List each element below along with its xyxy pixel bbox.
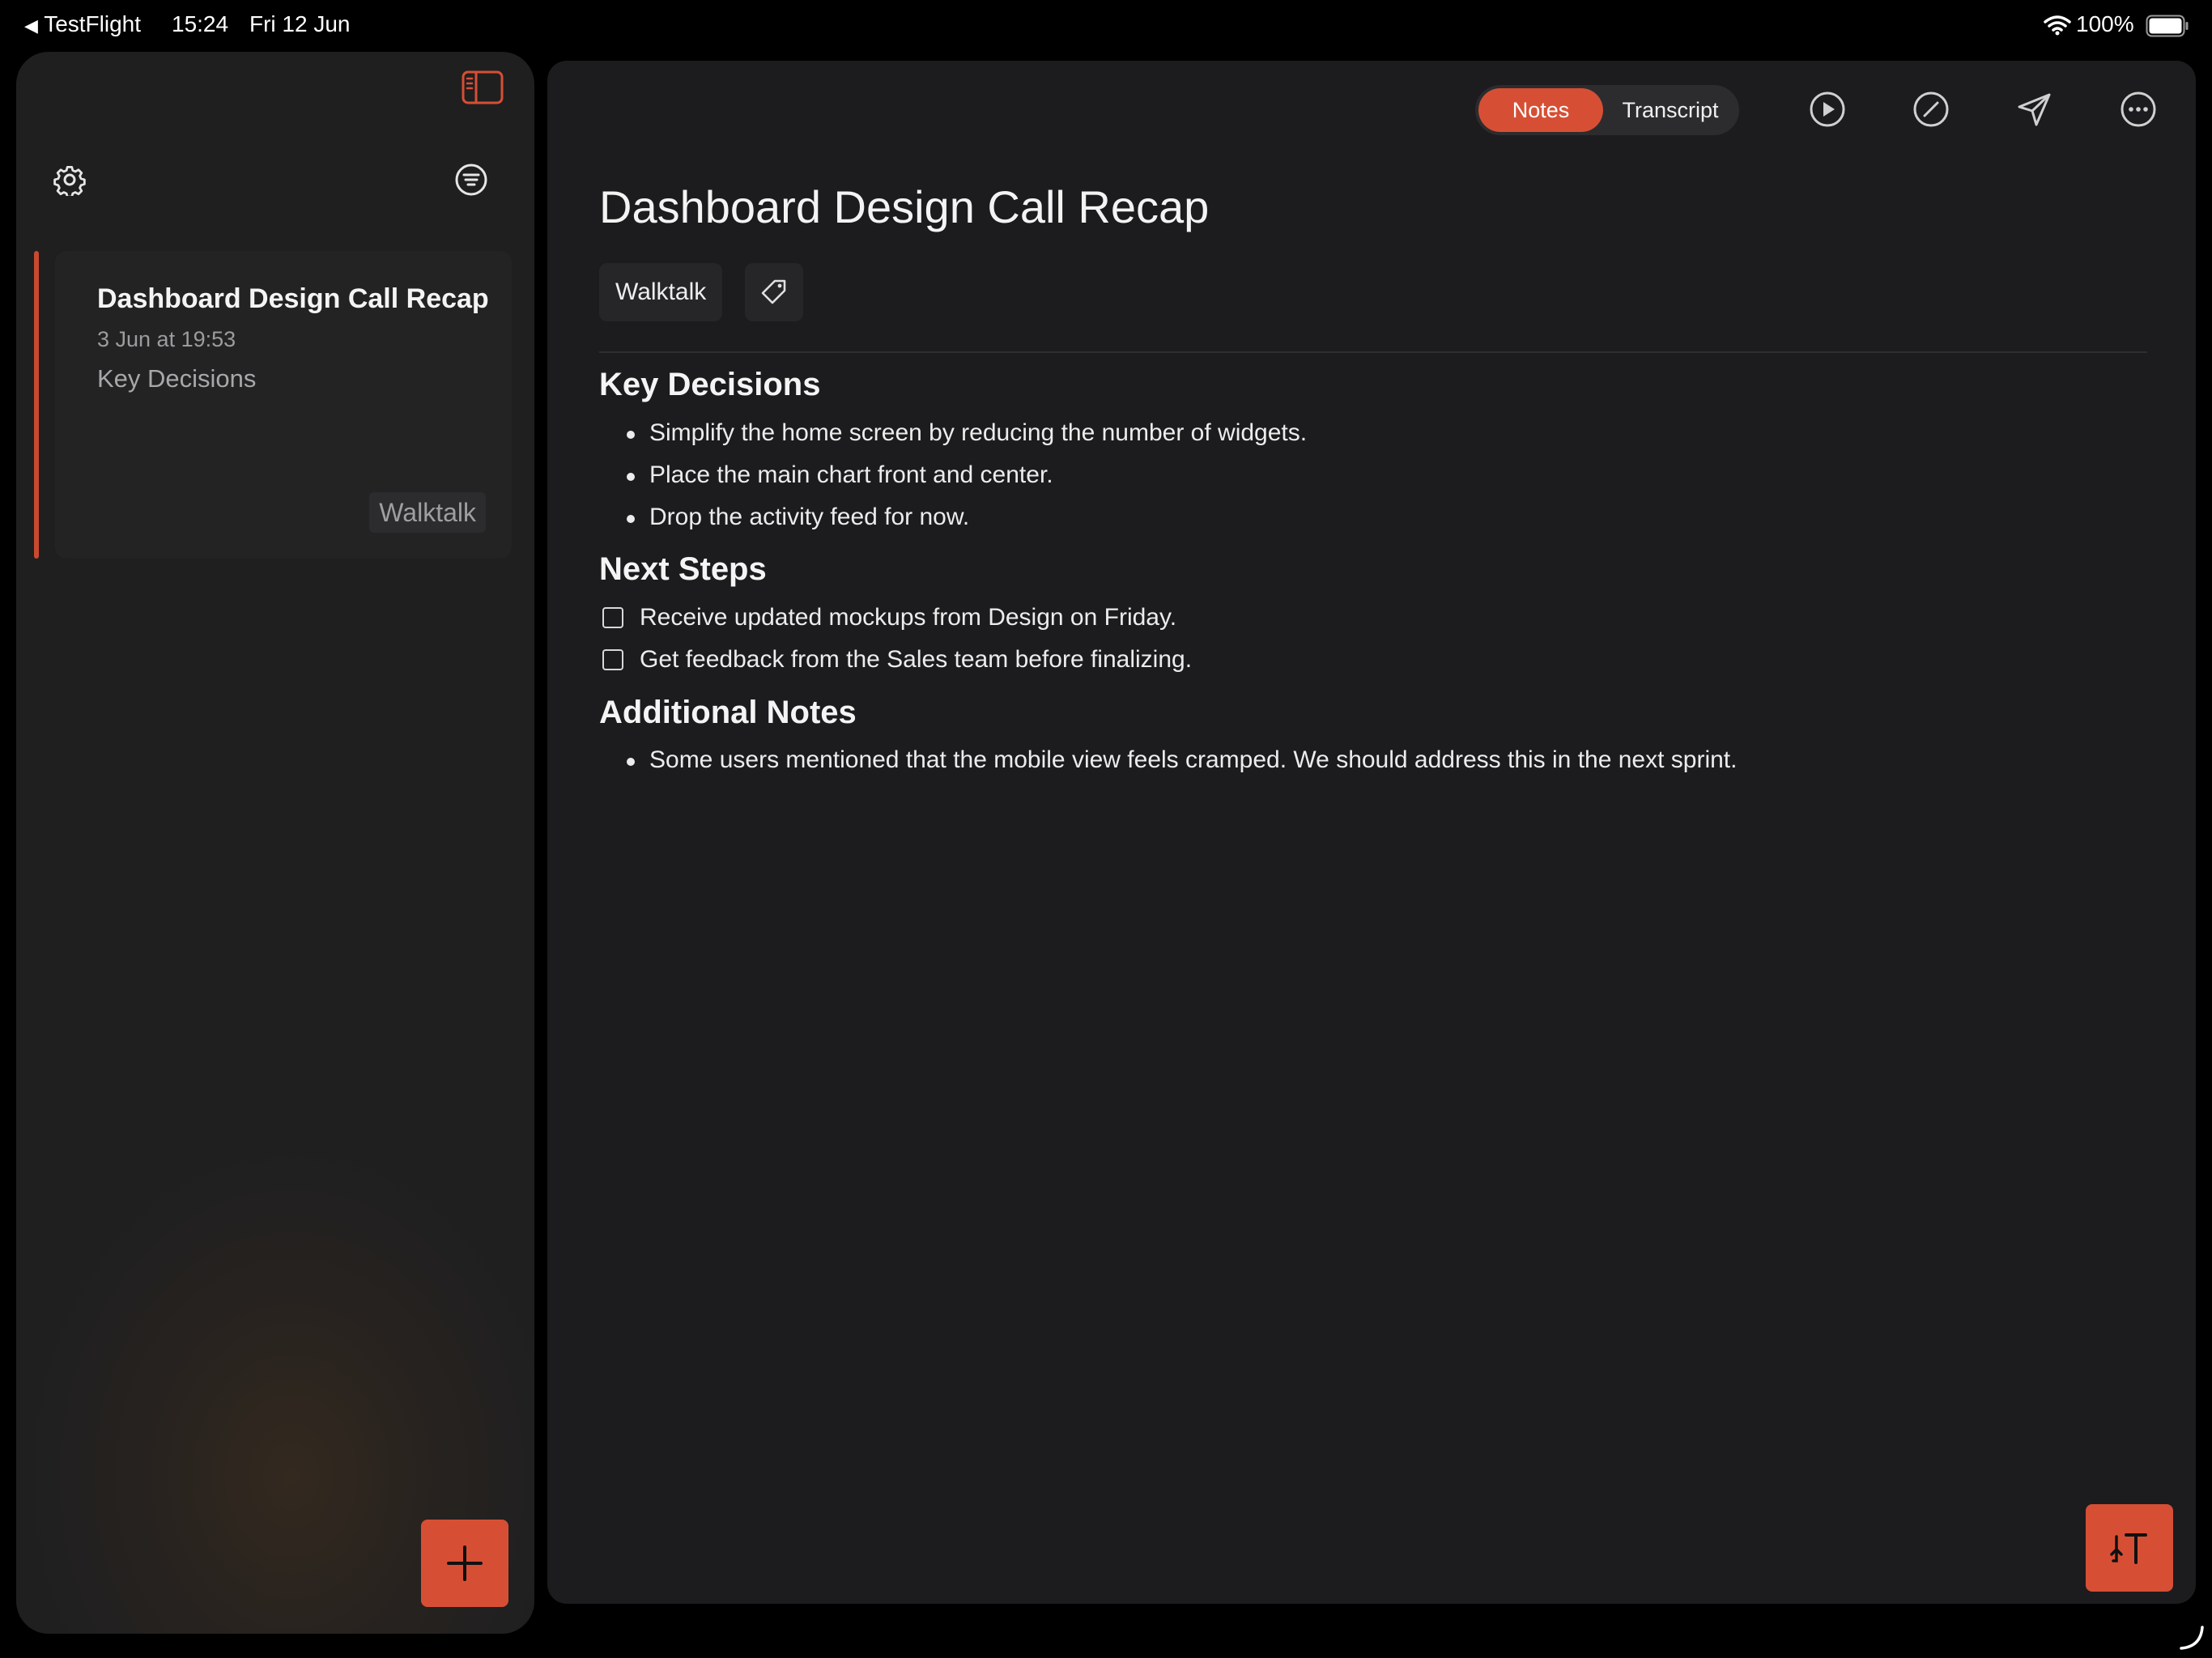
section-heading: Next Steps (599, 551, 767, 587)
window-resize-handle-icon[interactable] (2178, 1624, 2206, 1652)
sidebar: Dashboard Design Call Recap 3 Jun at 19:… (16, 52, 534, 1634)
note-item-preview: Key Decisions (97, 364, 257, 393)
tab-notes[interactable]: Notes (1478, 88, 1603, 132)
list-item: Some users mentioned that the mobile vie… (626, 746, 1738, 773)
status-date: Fri 12 Jun (249, 11, 351, 36)
battery-percent: 100% (2076, 11, 2134, 36)
sidebar-toggle-button[interactable] (460, 68, 505, 107)
list-item: Place the main chart front and center. (627, 461, 1053, 488)
divider (599, 351, 2147, 353)
wifi-icon (2044, 15, 2071, 36)
status-time: 15:24 (172, 11, 229, 36)
todo-item: Get feedback from the Sales team before … (640, 646, 1193, 673)
selected-card-indicator (34, 251, 39, 559)
page-title: Dashboard Design Call Recap (599, 181, 1210, 232)
list-item: Drop the activity feed for now. (626, 504, 970, 530)
send-icon[interactable] (2016, 91, 2053, 128)
plus-icon (447, 1545, 483, 1581)
note-item-date: 3 Jun at 19:53 (97, 327, 236, 351)
battery-icon (2146, 15, 2189, 37)
note-detail-panel: Notes Transcript Dashboard Design Call R… (547, 61, 2196, 1604)
settings-gear-icon (53, 165, 86, 196)
todo-checkbox[interactable] (602, 607, 623, 628)
status-bar: ◀ TestFlight 15:24 Fri 12 Jun 100% (0, 0, 2212, 52)
back-triangle-icon: ◀ (24, 15, 38, 36)
more-icon[interactable] (2120, 91, 2157, 128)
translate-button[interactable] (2086, 1504, 2173, 1592)
note-item-title: Dashboard Design Call Recap (97, 283, 489, 314)
back-to-app-link[interactable]: ◀ TestFlight (24, 11, 141, 37)
section-heading: Key Decisions (599, 367, 821, 402)
settings-button[interactable] (45, 155, 94, 204)
list-item: Simplify the home screen by reducing the… (626, 419, 1308, 446)
tag-chip[interactable]: Walktalk (599, 263, 723, 321)
note-list-item[interactable]: Dashboard Design Call Recap 3 Jun at 19:… (55, 251, 512, 559)
section-heading: Additional Notes (599, 695, 857, 730)
filter-button[interactable] (447, 155, 496, 204)
tab-transcript[interactable]: Transcript (1605, 88, 1736, 132)
filter-icon (455, 164, 487, 196)
new-note-button[interactable] (421, 1520, 508, 1607)
note-item-tag: Walktalk (369, 492, 486, 533)
todo-checkbox[interactable] (602, 649, 623, 670)
view-segmented-control: Notes Transcript (1475, 85, 1739, 135)
add-tag-button[interactable] (745, 263, 803, 321)
tag-icon (761, 279, 786, 304)
translate-icon (2110, 1533, 2147, 1564)
sidebar-toggle-icon (462, 70, 504, 104)
edit-icon[interactable] (1912, 91, 1950, 128)
todo-item: Receive updated mockups from Design on F… (640, 604, 1177, 631)
play-icon[interactable] (1809, 91, 1846, 128)
